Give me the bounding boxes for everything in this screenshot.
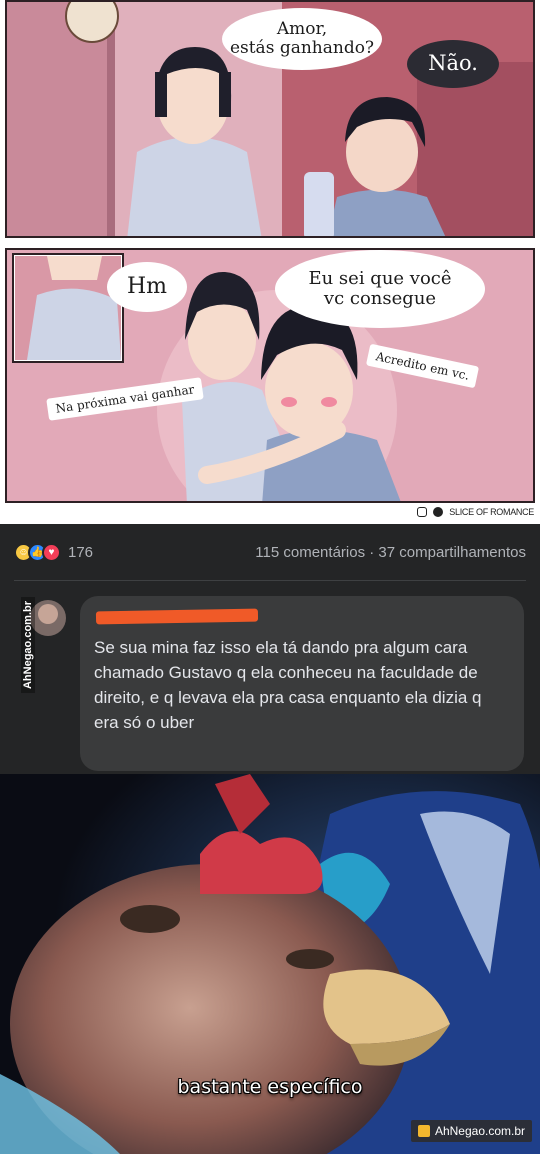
comic-panel-2: Hm Eu sei que você vc consegue Na próxim… [5, 248, 535, 503]
comic-panel-1: Amor, estás ganhando? Não. [5, 0, 535, 238]
speech-bubble-him: Não. [407, 40, 499, 88]
speech-main-text: Eu sei que você vc consegue [308, 268, 452, 309]
site-watermark: AhNegao.com.br [410, 1120, 532, 1142]
credit-text: SLICE OF ROMANCE [449, 507, 534, 517]
comic-credit: SLICE OF ROMANCE [417, 507, 534, 517]
facebook-post-footer: ☺ 👍 ♥ 176 115 comentários · 37 compartil… [0, 524, 540, 774]
speech-hm-text: Hm [126, 273, 168, 299]
comment-bubble: Se sua mina faz isso ela tá dando pra al… [80, 596, 524, 771]
meme-caption: bastante específico [177, 1076, 363, 1098]
redacted-username [95, 608, 259, 625]
divider [14, 580, 526, 581]
facebook-icon [433, 507, 444, 517]
site-watermark-text: AhNegao.com.br [434, 1124, 525, 1138]
reactions[interactable]: ☺ 👍 ♥ [14, 542, 61, 562]
post-stats: ☺ 👍 ♥ 176 115 comentários · 37 compartil… [14, 542, 526, 562]
vertical-watermark-text: AhNegao.com.br [21, 596, 36, 694]
instagram-icon [417, 507, 428, 517]
reaction-count[interactable]: 176 [68, 544, 93, 561]
ahnegao-logo-icon [417, 1125, 430, 1137]
comment-text: Se sua mina faz isso ela tá dando pra al… [94, 638, 482, 732]
speech-bubble-her: Amor, estás ganhando? [222, 8, 382, 70]
chicken-meme: bastante específico AhNegao.com.br [0, 774, 540, 1154]
vertical-watermark: AhNegao.com.br [18, 590, 38, 700]
speech-him-text: Não. [428, 51, 478, 76]
comments-shares-count[interactable]: 115 comentários · 37 compartilhamentos [255, 544, 526, 561]
love-reaction-icon: ♥ [42, 542, 61, 562]
speech-her-text: Amor, estás ganhando? [229, 19, 375, 58]
speech-bubble-main: Eu sei que você vc consegue [275, 250, 485, 328]
comic-strip: Amor, estás ganhando? Não. Hm Eu sei que… [0, 0, 540, 524]
speech-bubble-hm: Hm [107, 262, 187, 312]
